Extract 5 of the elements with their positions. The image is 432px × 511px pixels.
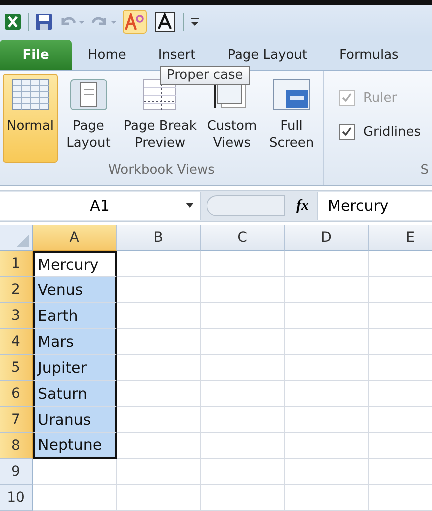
group-label: Workbook Views (108, 163, 216, 180)
group-label: S (420, 163, 429, 180)
checkbox-label: Ruler (363, 90, 398, 106)
checkbox-label: Gridlines (363, 124, 421, 140)
tooltip: Proper case (160, 66, 250, 85)
